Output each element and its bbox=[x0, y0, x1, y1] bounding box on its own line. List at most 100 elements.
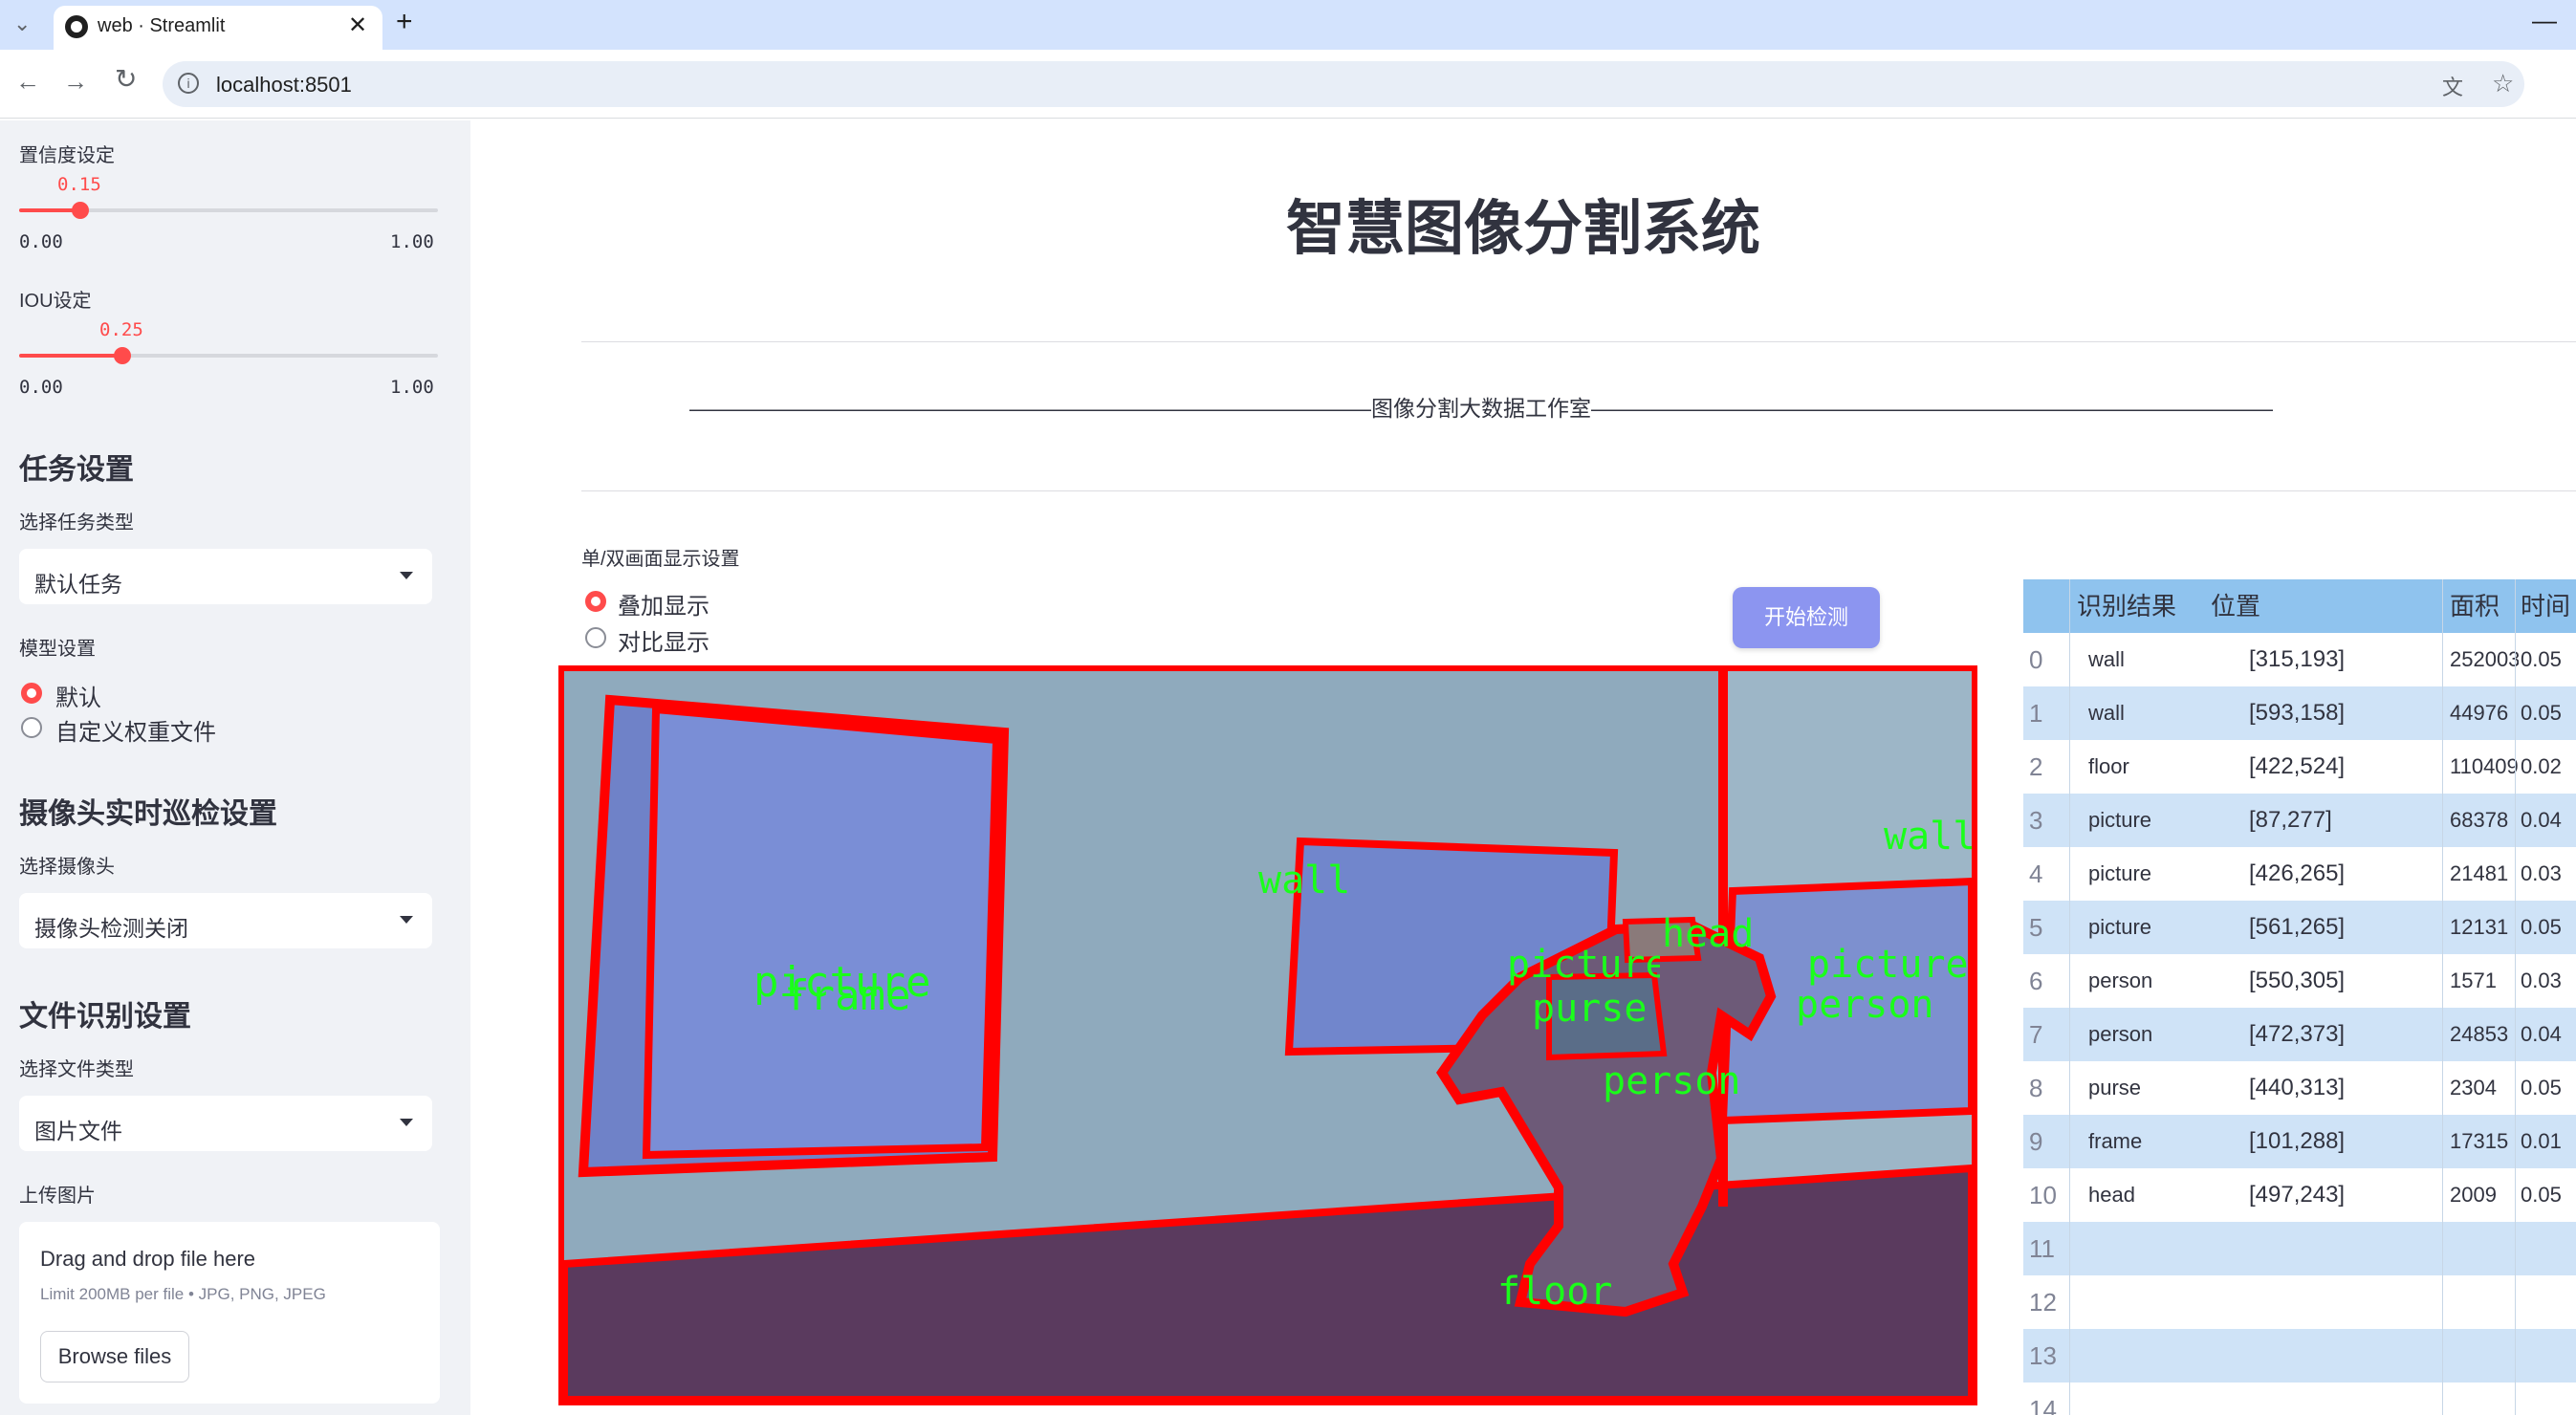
table-row[interactable]: 5 picture [561,265] 12131 0.05 bbox=[2023, 901, 2576, 954]
time-cell bbox=[2521, 1382, 2576, 1415]
browser-tab-bar: ⌄ web · Streamlit ✕ + — bbox=[0, 0, 2576, 50]
display-radio-overlay[interactable] bbox=[585, 591, 606, 612]
area-cell bbox=[2450, 1329, 2519, 1382]
table-header-row: 识别结果 位置 面积 时间 bbox=[2023, 579, 2576, 633]
area-cell: 12131 bbox=[2450, 915, 2509, 939]
area-cell: 1571 bbox=[2450, 969, 2497, 992]
position-cell: [550,305] bbox=[2249, 968, 2346, 993]
iou-slider-handle[interactable] bbox=[114, 347, 131, 364]
tab-close-icon[interactable]: ✕ bbox=[348, 11, 367, 39]
file-settings-heading: 文件识别设置 bbox=[19, 1001, 191, 1033]
display-option-overlay[interactable]: 叠加显示 bbox=[618, 587, 709, 620]
model-radio-default[interactable] bbox=[21, 683, 42, 704]
task-type-select[interactable]: 默认任务 bbox=[19, 549, 432, 604]
time-cell: 0.05 bbox=[2521, 915, 2562, 939]
page-title: 智慧图像分割系统 bbox=[1285, 196, 1760, 262]
iou-slider-track[interactable] bbox=[19, 354, 438, 358]
chevron-down-icon bbox=[400, 916, 413, 924]
camera-label: 选择摄像头 bbox=[19, 857, 115, 878]
table-row[interactable]: 0 wall [315,193] 252003 0.05 bbox=[2023, 633, 2576, 686]
confidence-slider-handle[interactable] bbox=[72, 202, 89, 219]
translate-icon[interactable]: ⽂ bbox=[2442, 71, 2463, 101]
table-row[interactable]: 10 head [497,243] 2009 0.05 bbox=[2023, 1168, 2576, 1222]
table-row[interactable]: 14 bbox=[2023, 1382, 2576, 1415]
position-cell: [101,288] bbox=[2249, 1128, 2346, 1154]
reload-icon[interactable]: ↻ bbox=[115, 66, 137, 93]
iou-max: 1.00 bbox=[390, 377, 434, 398]
url-field[interactable]: i localhost:8501 ☆ ⽂ bbox=[163, 61, 2524, 107]
confidence-value: 0.15 bbox=[57, 174, 101, 195]
position-cell: [87,277] bbox=[2249, 807, 2332, 833]
model-settings-label: 模型设置 bbox=[19, 639, 96, 660]
task-type-label: 选择任务类型 bbox=[19, 512, 134, 533]
label-cell bbox=[2077, 1329, 2201, 1382]
time-cell: 0.01 bbox=[2521, 1129, 2562, 1153]
model-option-default[interactable]: 默认 bbox=[55, 679, 101, 712]
position-cell bbox=[2211, 1329, 2402, 1382]
bookmark-star-icon[interactable]: ☆ bbox=[2492, 69, 2514, 98]
back-icon[interactable]: ← bbox=[15, 69, 40, 94]
position-cell bbox=[2211, 1222, 2402, 1275]
position-cell bbox=[2211, 1382, 2402, 1415]
table-row[interactable]: 6 person [550,305] 1571 0.03 bbox=[2023, 954, 2576, 1008]
studio-banner: ———————————————————————————————图像分割大数据工作… bbox=[689, 396, 2273, 421]
new-tab-icon[interactable]: + bbox=[396, 6, 413, 38]
position-cell: [440,313] bbox=[2249, 1075, 2346, 1100]
iou-label: IOU设定 bbox=[19, 291, 92, 312]
label-cell bbox=[2077, 1275, 2201, 1329]
position-cell: [593,158] bbox=[2249, 700, 2346, 726]
results-table[interactable]: 识别结果 位置 面积 时间 0 wall [315,193] 252003 0.05 1 w… bbox=[2023, 579, 2576, 1415]
row-index-cell: 5 bbox=[2029, 913, 2043, 942]
time-cell: 0.03 bbox=[2521, 969, 2562, 992]
display-radio-compare[interactable] bbox=[585, 627, 606, 648]
row-index-cell: 2 bbox=[2029, 752, 2043, 781]
model-option-custom[interactable]: 自定义权重文件 bbox=[55, 713, 216, 747]
position-cell: [422,524] bbox=[2249, 753, 2346, 779]
row-index-cell: 11 bbox=[2029, 1234, 2055, 1263]
time-cell: 0.04 bbox=[2521, 1022, 2562, 1046]
table-row[interactable]: 7 person [472,373] 24853 0.04 bbox=[2023, 1008, 2576, 1061]
browse-files-button[interactable]: Browse files bbox=[40, 1331, 189, 1382]
table-row[interactable]: 1 wall [593,158] 44976 0.05 bbox=[2023, 686, 2576, 740]
site-info-icon[interactable]: i bbox=[178, 73, 199, 94]
table-row[interactable]: 12 bbox=[2023, 1275, 2576, 1329]
forward-icon[interactable]: → bbox=[63, 69, 88, 94]
table-row[interactable]: 4 picture [426,265] 21481 0.03 bbox=[2023, 847, 2576, 901]
model-radio-custom[interactable] bbox=[21, 717, 42, 738]
row-index-cell: 14 bbox=[2029, 1395, 2057, 1415]
time-cell: 0.05 bbox=[2521, 701, 2562, 725]
chevron-down-icon bbox=[400, 572, 413, 579]
file-type-select[interactable]: 图片文件 bbox=[19, 1096, 432, 1151]
row-index-cell: 12 bbox=[2029, 1288, 2057, 1317]
table-row[interactable]: 2 floor [422,524] 110409 0.02 bbox=[2023, 740, 2576, 794]
camera-select[interactable]: 摄像头检测关闭 bbox=[19, 893, 432, 948]
detection-label-person: person bbox=[1603, 1059, 1741, 1103]
task-settings-heading: 任务设置 bbox=[19, 454, 134, 486]
file-type-label: 选择文件类型 bbox=[19, 1059, 134, 1080]
label-cell: picture bbox=[2088, 915, 2152, 939]
table-row[interactable]: 3 picture [87,277] 68378 0.04 bbox=[2023, 794, 2576, 847]
table-row[interactable]: 13 bbox=[2023, 1329, 2576, 1382]
detection-label-floor: floor bbox=[1497, 1270, 1613, 1314]
detection-label-person-right: person bbox=[1796, 983, 1934, 1027]
table-row[interactable]: 11 bbox=[2023, 1222, 2576, 1275]
display-option-compare[interactable]: 对比显示 bbox=[618, 623, 709, 657]
row-index-cell: 9 bbox=[2029, 1127, 2043, 1156]
streamlit-favicon-icon bbox=[65, 15, 88, 38]
table-row[interactable]: 8 purse [440,313] 2304 0.05 bbox=[2023, 1061, 2576, 1115]
iou-value: 0.25 bbox=[99, 319, 143, 340]
table-row[interactable]: 9 frame [101,288] 17315 0.01 bbox=[2023, 1115, 2576, 1168]
browser-tab[interactable]: web · Streamlit ✕ bbox=[54, 6, 382, 50]
confidence-label: 置信度设定 bbox=[19, 145, 115, 166]
dropzone-text: Drag and drop file here bbox=[40, 1247, 256, 1271]
start-detection-button[interactable]: 开始检测 bbox=[1733, 587, 1880, 648]
label-cell: person bbox=[2088, 969, 2153, 992]
tab-search-chevron-icon[interactable]: ⌄ bbox=[13, 11, 31, 36]
header-label: 识别结果 bbox=[2077, 592, 2177, 620]
detection-label-wall: wall bbox=[1258, 859, 1351, 903]
minimize-window-icon[interactable]: — bbox=[2532, 6, 2557, 35]
row-index-cell: 0 bbox=[2029, 645, 2043, 674]
position-cell bbox=[2211, 1275, 2402, 1329]
detection-label-purse: purse bbox=[1532, 987, 1648, 1031]
area-cell: 252003 bbox=[2450, 647, 2519, 671]
